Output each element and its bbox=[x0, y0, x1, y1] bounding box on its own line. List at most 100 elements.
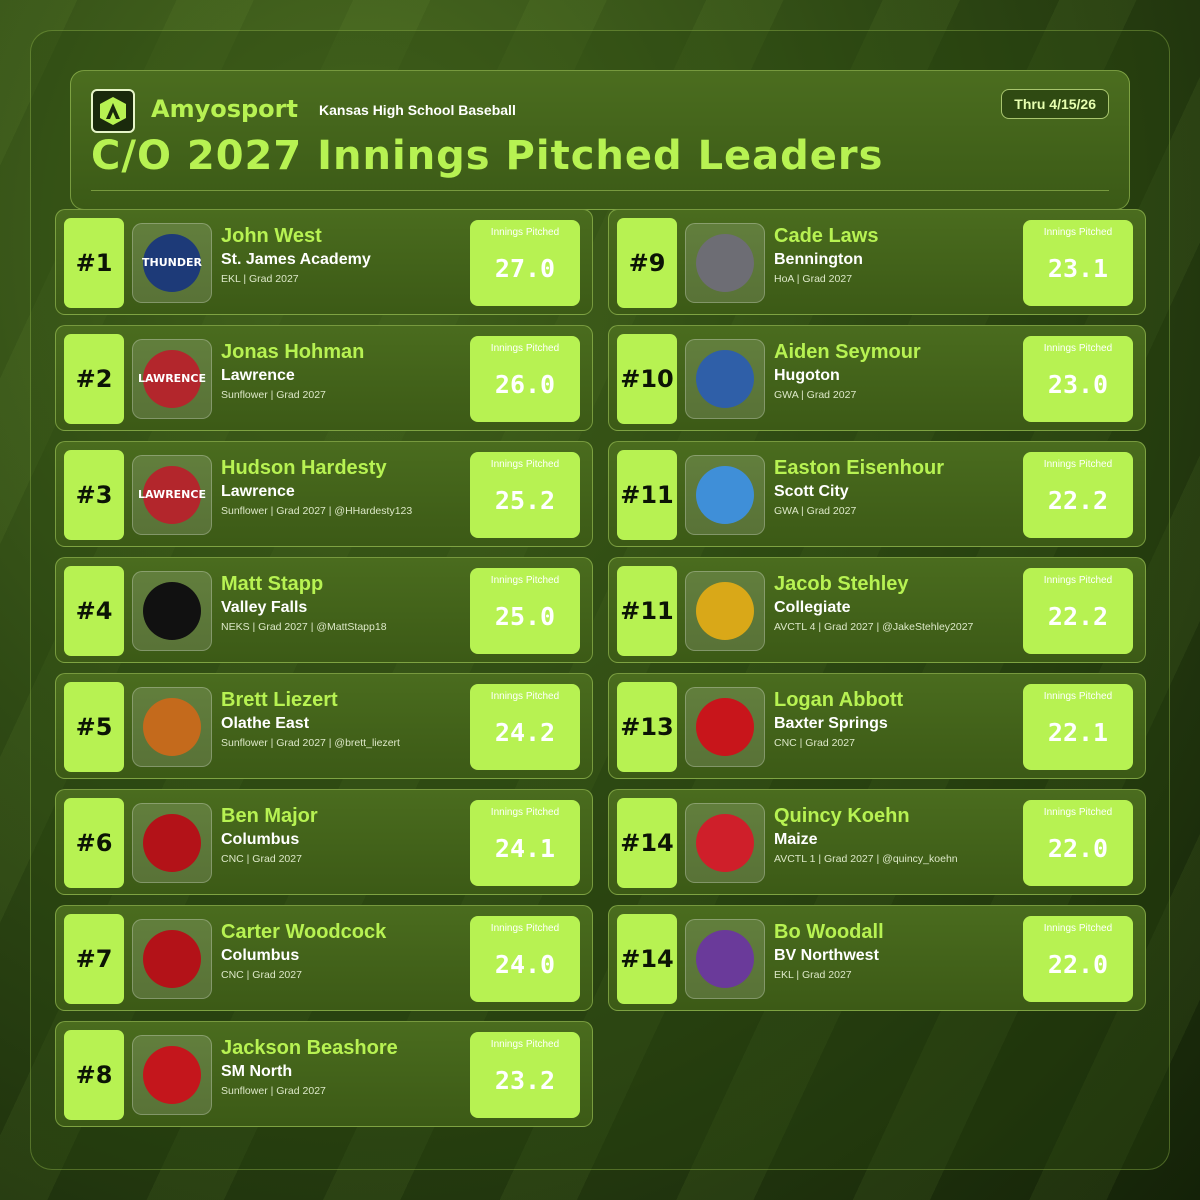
player-name: Quincy Koehn bbox=[774, 805, 910, 827]
player-name: Matt Stapp bbox=[221, 573, 324, 595]
player-school: Columbus bbox=[221, 831, 300, 848]
logo-mark bbox=[143, 814, 201, 872]
player-meta: Sunflower | Grad 2027 | @HHardesty123 bbox=[221, 505, 413, 517]
innings-pitched-value: 24.1 bbox=[494, 834, 556, 863]
leader-card: #1 THUNDER John West St. James Academy EKL |… bbox=[55, 209, 593, 315]
stat-box: Innings Pitched 22.2 bbox=[1023, 452, 1133, 538]
leader-card: #10 Aiden Seymour Hugoton GWA | Grad 2027 In… bbox=[608, 325, 1146, 431]
leader-card: #9 Cade Laws Bennington HoA | Grad 2027 Inni… bbox=[608, 209, 1146, 315]
player-meta: EKL | Grad 2027 bbox=[774, 969, 852, 981]
player-school: Lawrence bbox=[221, 367, 295, 384]
rank-badge: #8 bbox=[64, 1030, 124, 1120]
logo-mark bbox=[696, 930, 754, 988]
player-school: Scott City bbox=[774, 483, 849, 500]
leader-card: #11 Easton Eisenhour Scott City GWA | Grad … bbox=[608, 441, 1146, 547]
logo-mark bbox=[696, 698, 754, 756]
innings-pitched-value: 25.2 bbox=[494, 486, 556, 515]
player-name: Jacob Stehley bbox=[774, 573, 909, 595]
thunder-logo-icon: THUNDER bbox=[132, 223, 212, 303]
leader-card: #4 Matt Stapp Valley Falls NEKS | Grad 2027… bbox=[55, 557, 593, 663]
rank-badge: #4 bbox=[64, 566, 124, 656]
innings-pitched-value: 26.0 bbox=[494, 370, 556, 399]
header-panel: Amyosport Kansas High School Baseball Th… bbox=[70, 70, 1130, 210]
rank-badge: #13 bbox=[617, 682, 677, 772]
player-school: Bennington bbox=[774, 251, 863, 268]
stat-box: Innings Pitched 24.2 bbox=[470, 684, 580, 770]
leader-card: #6 Ben Major Columbus CNC | Grad 2027 Inning… bbox=[55, 789, 593, 895]
logo-mark bbox=[696, 814, 754, 872]
logo-mark bbox=[696, 234, 754, 292]
player-name: Bo Woodall bbox=[774, 921, 884, 943]
player-name: Ben Major bbox=[221, 805, 318, 827]
stat-box: Innings Pitched 23.1 bbox=[1023, 220, 1133, 306]
rank-badge: #5 bbox=[64, 682, 124, 772]
leader-card: #13 Logan Abbott Baxter Springs CNC | Grad … bbox=[608, 673, 1146, 779]
player-school: Hugoton bbox=[774, 367, 840, 384]
stat-label: Innings Pitched bbox=[1043, 923, 1113, 934]
rank-badge: #11 bbox=[617, 450, 677, 540]
logo-mark bbox=[143, 698, 201, 756]
player-school: Maize bbox=[774, 831, 818, 848]
player-meta: CNC | Grad 2027 bbox=[221, 853, 302, 865]
titan-helmet-logo-icon bbox=[132, 919, 212, 999]
stat-box: Innings Pitched 26.0 bbox=[470, 336, 580, 422]
player-school: St. James Academy bbox=[221, 251, 371, 268]
rank-badge: #7 bbox=[64, 914, 124, 1004]
header-subtitle: Kansas High School Baseball bbox=[319, 102, 516, 118]
stat-label: Innings Pitched bbox=[1043, 459, 1113, 470]
player-school: Columbus bbox=[221, 947, 300, 964]
titan-helmet-logo-icon bbox=[132, 803, 212, 883]
logo-mark bbox=[696, 466, 754, 524]
bison-logo-icon bbox=[132, 1035, 212, 1115]
player-school: Collegiate bbox=[774, 599, 851, 616]
stat-box: Innings Pitched 22.0 bbox=[1023, 800, 1133, 886]
husky-logo-icon bbox=[685, 919, 765, 999]
stat-box: Innings Pitched 24.0 bbox=[470, 916, 580, 1002]
innings-pitched-value: 22.1 bbox=[1047, 718, 1109, 747]
innings-pitched-value: 22.0 bbox=[1047, 950, 1109, 979]
player-name: Jackson Beashore bbox=[221, 1037, 398, 1059]
dragon-logo-icon bbox=[132, 571, 212, 651]
innings-pitched-value: 27.0 bbox=[494, 254, 556, 283]
stat-box: Innings Pitched 22.2 bbox=[1023, 568, 1133, 654]
stat-label: Innings Pitched bbox=[490, 923, 560, 934]
eagle-logo-icon bbox=[685, 339, 765, 419]
stat-box: Innings Pitched 22.0 bbox=[1023, 916, 1133, 1002]
stat-label: Innings Pitched bbox=[490, 227, 560, 238]
logo-mark: LAWRENCE bbox=[138, 466, 206, 524]
brand-name: Amyosport bbox=[151, 95, 298, 123]
stat-label: Innings Pitched bbox=[490, 691, 560, 702]
player-school: BV Northwest bbox=[774, 947, 879, 964]
player-school: SM North bbox=[221, 1063, 293, 1080]
date-badge: Thru 4/15/26 bbox=[1001, 89, 1109, 119]
player-meta: HoA | Grad 2027 bbox=[774, 273, 853, 285]
logo-mark bbox=[143, 1046, 201, 1104]
eagle-head-logo-icon bbox=[685, 803, 765, 883]
player-school: Lawrence bbox=[221, 483, 295, 500]
player-meta: NEKS | Grad 2027 | @MattStapp18 bbox=[221, 621, 387, 633]
player-name: Jonas Hohman bbox=[221, 341, 365, 363]
stat-box: Innings Pitched 25.2 bbox=[470, 452, 580, 538]
player-name: Cade Laws bbox=[774, 225, 879, 247]
innings-pitched-value: 23.2 bbox=[494, 1066, 556, 1095]
player-meta: CNC | Grad 2027 bbox=[221, 969, 302, 981]
stat-label: Innings Pitched bbox=[1043, 807, 1113, 818]
player-meta: Sunflower | Grad 2027 bbox=[221, 389, 326, 401]
logo-mark: THUNDER bbox=[142, 234, 202, 292]
stat-box: Innings Pitched 23.2 bbox=[470, 1032, 580, 1118]
player-meta: CNC | Grad 2027 bbox=[774, 737, 855, 749]
leader-card: #5 Brett Liezert Olathe East Sunflower | Gr… bbox=[55, 673, 593, 779]
leader-card: #8 Jackson Beashore SM North Sunflower | Gr… bbox=[55, 1021, 593, 1127]
leader-card: #3 LAWRENCE Hudson Hardesty Lawrence Sunflow… bbox=[55, 441, 593, 547]
player-name: Hudson Hardesty bbox=[221, 457, 387, 479]
leader-card: #14 Bo Woodall BV Northwest EKL | Grad 2027… bbox=[608, 905, 1146, 1011]
stat-label: Innings Pitched bbox=[1043, 227, 1113, 238]
player-meta: Sunflower | Grad 2027 bbox=[221, 1085, 326, 1097]
stat-label: Innings Pitched bbox=[490, 575, 560, 586]
leader-card: #2 LAWRENCE Jonas Hohman Lawrence Sunflower … bbox=[55, 325, 593, 431]
rank-badge: #14 bbox=[617, 798, 677, 888]
stat-box: Innings Pitched 22.1 bbox=[1023, 684, 1133, 770]
stat-box: Innings Pitched 25.0 bbox=[470, 568, 580, 654]
player-name: Easton Eisenhour bbox=[774, 457, 945, 479]
hawk-logo-icon bbox=[132, 687, 212, 767]
